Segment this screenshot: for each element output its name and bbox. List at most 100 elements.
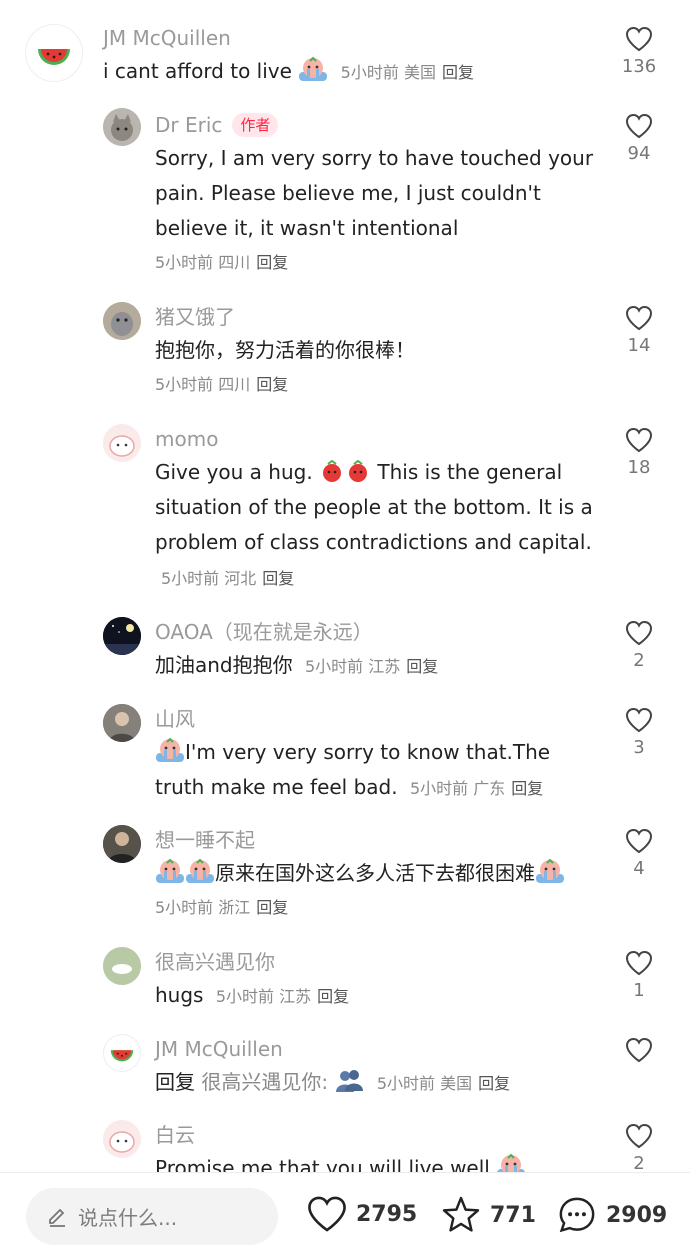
like-button[interactable]: 2 [614, 1123, 664, 1172]
comment-location: 广东 [473, 779, 506, 798]
avatar[interactable] [103, 424, 141, 462]
heart-icon [625, 305, 653, 331]
avatar[interactable] [103, 825, 141, 863]
heart-icon [625, 828, 653, 854]
reply-button[interactable]: 回复 [262, 569, 294, 588]
comment-meta: 5小时前 江苏 回复 [216, 987, 349, 1006]
likes-count: 2795 [356, 1201, 418, 1227]
like-count: 2 [633, 1153, 645, 1172]
comment-time: 5小时前 [340, 63, 399, 82]
like-button[interactable]: 3 [614, 707, 664, 759]
like-count: 136 [621, 56, 657, 77]
like-count: 3 [633, 737, 645, 758]
comment-meta: 5小时前 美国 回复 [377, 1074, 510, 1093]
like-action[interactable]: 2795 [306, 1195, 417, 1233]
heart-icon [625, 113, 653, 139]
comment-text: I'm very very sorry to know that.The tru… [155, 735, 585, 806]
comment-username[interactable]: momo [155, 425, 615, 453]
like-count: 14 [627, 335, 651, 356]
star-icon [442, 1196, 480, 1232]
like-button[interactable] [614, 1037, 664, 1063]
comment-meta: 5小时前 广东 回复 [410, 779, 543, 798]
heart-icon [625, 1037, 653, 1063]
heart-icon [625, 26, 653, 52]
comment-text: Give you a hug. This is the general situ… [155, 455, 610, 596]
comment-action[interactable]: 2909 [556, 1195, 667, 1235]
avatar[interactable] [103, 1120, 141, 1158]
comment-username[interactable]: 山风 [155, 705, 615, 733]
reply-button[interactable]: 回复 [317, 987, 349, 1006]
reply-button[interactable]: 回复 [442, 63, 474, 82]
comment-time: 5小时前 [305, 657, 364, 676]
reply-button[interactable]: 回复 [256, 898, 288, 917]
comment-text: Sorry, I am very sorry to have touched y… [155, 146, 594, 240]
comment-username[interactable]: OAOA（现在就是永远） [155, 618, 615, 646]
comment-time: 5小时前 [155, 253, 214, 272]
hug-emoji-icon [349, 459, 368, 482]
comment-username[interactable]: JM McQuillen [103, 24, 613, 52]
cat-avatar-icon [103, 108, 141, 146]
heart-icon [625, 620, 653, 646]
author-badge: 作者 [232, 113, 279, 137]
comment-time: 5小时前 [161, 569, 220, 588]
comment-meta: 5小时前 四川 回复 [155, 370, 615, 400]
like-button[interactable]: 18 [614, 427, 664, 479]
like-count: 1 [633, 980, 645, 1001]
like-button[interactable]: 2 [614, 620, 664, 672]
comment-input[interactable]: 说点什么... [26, 1188, 278, 1245]
like-count: 94 [627, 143, 651, 164]
reply-button[interactable]: 回复 [256, 375, 288, 394]
reply-button[interactable]: 回复 [256, 253, 288, 272]
person-avatar-icon [103, 704, 141, 742]
like-button[interactable]: 94 [614, 113, 664, 165]
comment-location: 江苏 [368, 657, 401, 676]
comment-username[interactable]: 白云 [155, 1121, 615, 1149]
person-avatar-icon [103, 825, 141, 863]
like-count: 18 [627, 457, 651, 478]
people-emoji-icon [336, 1070, 364, 1092]
like-button[interactable]: 4 [614, 828, 664, 880]
comment-location: 河北 [224, 569, 257, 588]
comment-username[interactable]: 想一睡不起 [155, 826, 615, 854]
comment-location: 四川 [218, 253, 251, 272]
comment-text: 加油and抱抱你 5小时前 江苏 回复 [155, 648, 615, 684]
crying-emoji-icon [186, 858, 214, 883]
heart-icon [625, 427, 653, 453]
heart-icon [308, 1196, 346, 1232]
avatar[interactable] [103, 617, 141, 655]
comment-time: 5小时前 [215, 987, 275, 1006]
avatar[interactable] [103, 704, 141, 742]
comment-username[interactable]: JM McQuillen [155, 1035, 615, 1063]
avatar[interactable] [25, 24, 83, 82]
comment-location: 四川 [218, 375, 251, 394]
reply-button[interactable]: 回复 [406, 657, 438, 676]
bottom-action-bar: 说点什么... 2795 771 2909 [0, 1173, 690, 1246]
comment-text: Promise me that you will live well [155, 1151, 615, 1172]
avatar[interactable] [103, 108, 141, 146]
bird-avatar-icon [103, 302, 141, 340]
comment-username[interactable]: 很高兴遇见你 [155, 948, 615, 976]
comment-username[interactable]: Dr Eric [155, 111, 222, 139]
comment-text: i cant afford to live 5小时前 美国 回复 [103, 54, 613, 90]
reply-button[interactable]: 回复 [478, 1074, 510, 1093]
reply-button[interactable]: 回复 [511, 779, 543, 798]
avatar[interactable] [103, 1034, 141, 1072]
comment-text: 回复 很高兴遇见你: 5小时前 美国 回复 [155, 1065, 615, 1101]
reply-target[interactable]: 很高兴遇见你: [201, 1070, 328, 1094]
comment-text-content: 加油and抱抱你 [155, 653, 293, 677]
like-button[interactable]: 14 [614, 305, 664, 357]
like-button[interactable]: 136 [614, 26, 664, 78]
comment-username[interactable]: 猪又饿了 [155, 303, 615, 331]
comment-time: 5小时前 [376, 1074, 436, 1093]
comment-meta: 5小时前 江苏 回复 [305, 657, 438, 676]
avatar[interactable] [103, 947, 141, 985]
like-count: 2 [633, 650, 645, 671]
collect-action[interactable]: 771 [440, 1195, 536, 1235]
comment-meta: 5小时前 四川 回复 [155, 248, 615, 278]
hug-emoji-icon [323, 459, 342, 482]
avatar[interactable] [103, 302, 141, 340]
comment-list[interactable]: JM McQuillen i cant afford to live 5小时前 … [0, 0, 690, 1172]
comment-location: 江苏 [279, 987, 312, 1006]
like-button[interactable]: 1 [614, 950, 664, 1002]
stars-count: 771 [490, 1202, 536, 1228]
